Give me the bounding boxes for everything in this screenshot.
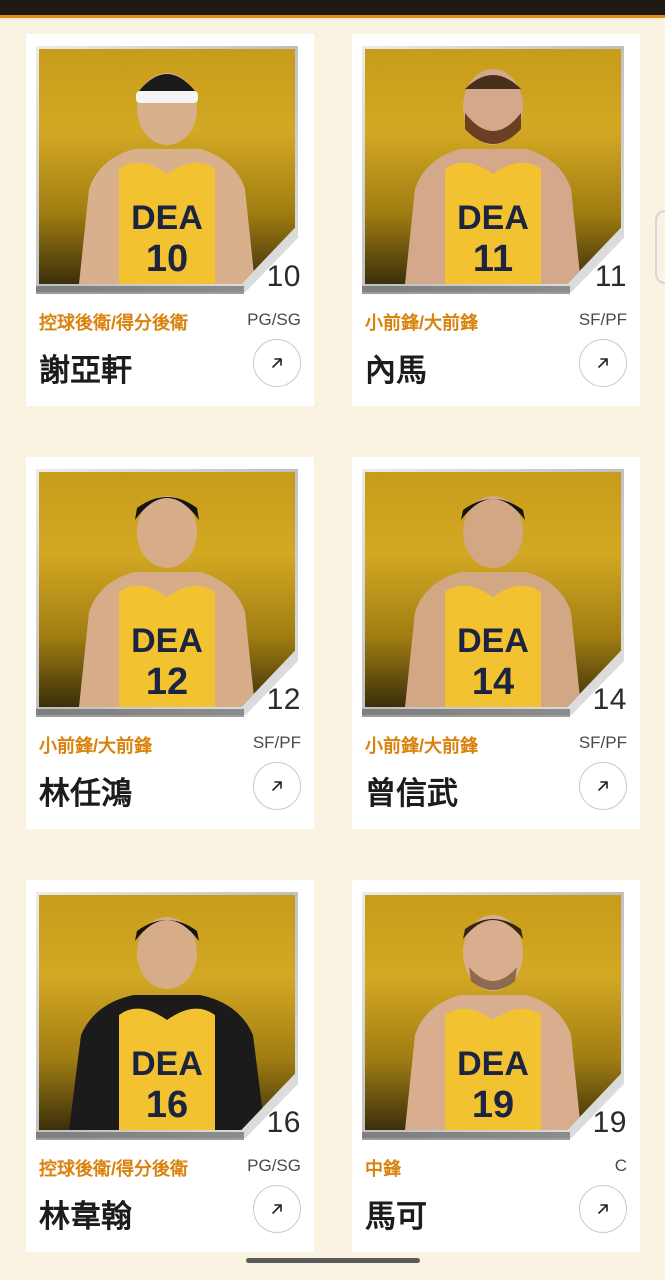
arrow-up-right-icon [598,358,608,368]
position-english: PG/SG [247,310,301,329]
position-english: SF/PF [578,733,627,752]
svg-text:12: 12 [146,661,188,703]
position-chinese: 小前鋒/大前鋒 [365,313,479,333]
player-photo: DEA 19 [365,895,621,1130]
svg-text:10: 10 [146,238,188,280]
player-photo: DEA 10 [39,49,295,284]
position-chinese: 控球後衛/得分後衛 [39,313,189,333]
player-illustration: DEA 19 [405,915,581,1130]
player-link-button[interactable] [253,339,301,387]
player-illustration: DEA 16 [69,917,265,1130]
player-photo-frame: DEA 16 [36,892,298,1138]
home-indicator[interactable] [246,1258,420,1263]
player-photo: DEA 14 [365,472,621,707]
player-photo-frame: DEA 19 [362,892,624,1138]
svg-text:11: 11 [473,238,513,280]
player-name: 林任鴻 [39,776,132,811]
player-card[interactable]: DEA 14 14 小前鋒/大前鋒 SF/PF 曾信武 [352,457,640,829]
player-name: 馬可 [365,1199,427,1234]
player-illustration: DEA 12 [79,496,255,707]
jersey-number: 10 [266,260,301,293]
photo-shadow [36,286,244,294]
svg-text:DEA: DEA [457,622,529,660]
player-link-button[interactable] [579,1185,627,1233]
player-photo-frame: DEA 12 [36,469,298,715]
player-photo: DEA 16 [39,895,295,1130]
photo-shadow [36,709,244,717]
player-card[interactable]: DEA 16 16 控球後衛/得分後衛 PG/SG 林韋翰 [26,880,314,1252]
svg-text:19: 19 [472,1084,514,1126]
position-chinese: 中鋒 [365,1159,401,1179]
svg-text:16: 16 [146,1084,188,1126]
arrow-up-right-icon [272,781,282,791]
jersey-number: 11 [594,260,627,293]
arrow-up-right-icon [598,1204,608,1214]
svg-text:DEA: DEA [457,1045,529,1083]
photo-shadow [362,286,570,294]
player-name: 曾信武 [365,776,458,811]
player-link-button[interactable] [253,1185,301,1233]
photo-shadow [362,709,570,717]
jersey-number: 19 [592,1106,627,1139]
player-illustration: DEA 10 [79,73,255,284]
player-illustration: DEA 11 [405,69,581,284]
player-name: 謝亞軒 [39,353,132,388]
jersey-number: 12 [266,683,301,716]
player-link-button[interactable] [579,339,627,387]
position-english: SF/PF [252,733,301,752]
jersey-number: 14 [592,683,627,716]
svg-text:DEA: DEA [131,622,203,660]
position-english: C [614,1156,627,1175]
player-card[interactable]: DEA 10 10 控球後衛/得分後衛 PG/SG 謝亞軒 [26,34,314,406]
player-photo-frame: DEA 14 [362,469,624,715]
position-chinese: 小前鋒/大前鋒 [365,736,479,756]
player-card[interactable]: DEA 19 19 中鋒 C 馬可 [352,880,640,1252]
position-chinese: 控球後衛/得分後衛 [39,1159,189,1179]
position-chinese: 小前鋒/大前鋒 [39,736,153,756]
player-link-button[interactable] [253,762,301,810]
player-photo-frame: DEA 10 [36,46,298,292]
player-photo: DEA 11 [365,49,621,284]
side-panel-handle[interactable] [655,210,665,284]
player-illustration: DEA 14 [405,496,581,707]
arrow-up-right-icon [272,358,282,368]
player-name: 林韋翰 [39,1199,132,1234]
photo-shadow [36,1132,244,1140]
svg-text:DEA: DEA [457,199,529,237]
arrow-up-right-icon [272,1204,282,1214]
jersey-number: 16 [266,1106,301,1139]
player-name: 內馬 [365,353,427,388]
top-bar [0,0,665,18]
position-english: PG/SG [247,1156,301,1175]
player-card[interactable]: DEA 12 12 小前鋒/大前鋒 SF/PF 林任鴻 [26,457,314,829]
player-photo: DEA 12 [39,472,295,707]
player-card[interactable]: DEA 11 11 小前鋒/大前鋒 SF/PF 內馬 [352,34,640,406]
svg-text:14: 14 [472,661,514,703]
position-english: SF/PF [578,310,627,329]
photo-shadow [362,1132,570,1140]
player-photo-frame: DEA 11 [362,46,624,292]
svg-text:DEA: DEA [131,1045,203,1083]
player-link-button[interactable] [579,762,627,810]
arrow-up-right-icon [598,781,608,791]
svg-text:DEA: DEA [131,199,203,237]
